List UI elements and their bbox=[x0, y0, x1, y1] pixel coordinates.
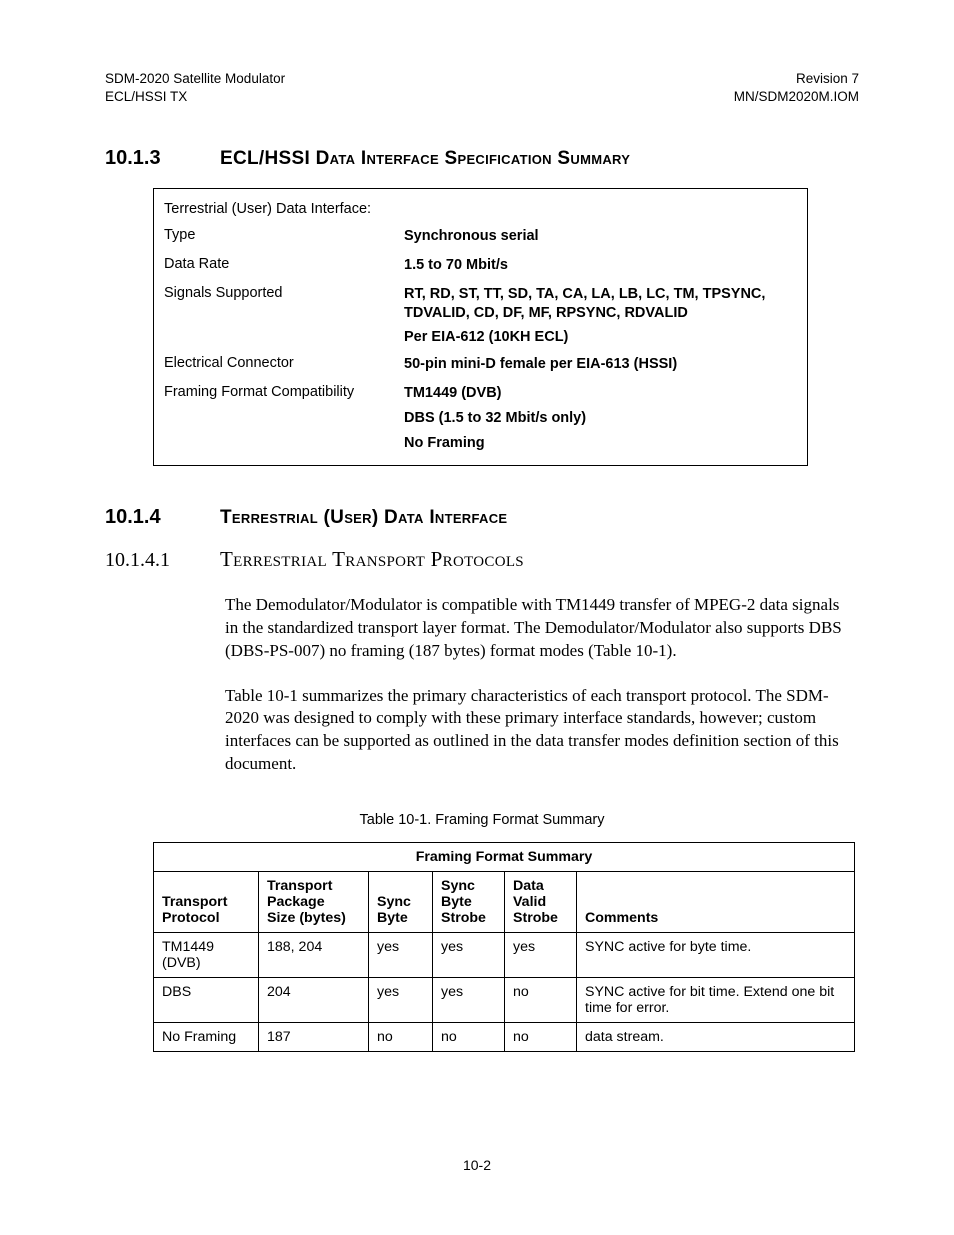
cell-dvs: no bbox=[505, 1023, 577, 1052]
th-package-size-a: Transport Package bbox=[267, 878, 360, 910]
table-title: Framing Format Summary bbox=[154, 843, 855, 872]
section-number: 10.1.4 bbox=[105, 506, 220, 529]
body-paragraph-2: Table 10-1 summarizes the primary charac… bbox=[225, 685, 845, 777]
table-row: DBS 204 yes yes no SYNC active for bit t… bbox=[154, 978, 855, 1023]
cell-size: 187 bbox=[259, 1023, 369, 1052]
spec-table: Terrestrial (User) Data Interface: Type … bbox=[153, 188, 808, 466]
th-transport-protocol: Transport Protocol bbox=[154, 872, 259, 933]
th-syncs-a: Sync Byte bbox=[441, 878, 496, 910]
cell-dvs: yes bbox=[505, 933, 577, 978]
spec-label-connector: Electrical Connector bbox=[164, 355, 404, 374]
spec-value-framing-c: No Framing bbox=[404, 434, 797, 453]
section-title: ECL/HSSI Data Interface Specification Su… bbox=[220, 148, 630, 170]
section-number: 10.1.4.1 bbox=[105, 549, 220, 572]
th-dvs-a: Data Valid bbox=[513, 878, 568, 910]
cell-dvs: no bbox=[505, 978, 577, 1023]
cell-syncb: no bbox=[369, 1023, 433, 1052]
cell-proto: DBS bbox=[154, 978, 259, 1023]
section-heading-1014: 10.1.4 Terrestrial (User) Data Interface bbox=[105, 506, 859, 529]
page-header: SDM-2020 Satellite Modulator ECL/HSSI TX… bbox=[105, 70, 859, 105]
table-row: TM1449 (DVB) 188, 204 yes yes yes SYNC a… bbox=[154, 933, 855, 978]
section-heading-10141: 10.1.4.1 Terrestrial Transport Protocols bbox=[105, 547, 859, 572]
header-right: Revision 7 MN/SDM2020M.IOM bbox=[734, 70, 859, 105]
spec-label-terrestrial: Terrestrial (User) Data Interface: bbox=[164, 201, 404, 217]
table-caption: Table 10-1. Framing Format Summary bbox=[105, 812, 859, 828]
cell-syncs: yes bbox=[433, 978, 505, 1023]
framing-format-table: Framing Format Summary Transport Protoco… bbox=[153, 842, 855, 1052]
th-comments: Comments bbox=[577, 872, 855, 933]
cell-syncb: yes bbox=[369, 978, 433, 1023]
cell-size: 204 bbox=[259, 978, 369, 1023]
th-sync-byte-strobe: Sync Byte Strobe bbox=[433, 872, 505, 933]
th-syncs-b: Strobe bbox=[441, 910, 496, 926]
section-heading-1013: 10.1.3 ECL/HSSI Data Interface Specifica… bbox=[105, 147, 859, 170]
th-package-size: Transport Package Size (bytes) bbox=[259, 872, 369, 933]
spec-value-type: Synchronous serial bbox=[404, 227, 797, 246]
spec-label-type: Type bbox=[164, 227, 404, 246]
table-row: No Framing 187 no no no data stream. bbox=[154, 1023, 855, 1052]
spec-label-framing: Framing Format Compatibility bbox=[164, 384, 404, 453]
header-left-line1: SDM-2020 Satellite Modulator bbox=[105, 70, 285, 88]
cell-comments: SYNC active for byte time. bbox=[577, 933, 855, 978]
th-data-valid-strobe: Data Valid Strobe bbox=[505, 872, 577, 933]
header-left: SDM-2020 Satellite Modulator ECL/HSSI TX bbox=[105, 70, 285, 105]
header-right-line1: Revision 7 bbox=[734, 70, 859, 88]
cell-syncb: yes bbox=[369, 933, 433, 978]
page-number: 10-2 bbox=[0, 1157, 954, 1173]
cell-size: 188, 204 bbox=[259, 933, 369, 978]
cell-proto: TM1449 (DVB) bbox=[154, 933, 259, 978]
body-paragraph-1: The Demodulator/Modulator is compatible … bbox=[225, 594, 845, 663]
spec-value-datarate: 1.5 to 70 Mbit/s bbox=[404, 256, 797, 275]
header-left-line2: ECL/HSSI TX bbox=[105, 88, 285, 106]
th-package-size-b: Size (bytes) bbox=[267, 910, 360, 926]
spec-value-signals: RT, RD, ST, TT, SD, TA, CA, LA, LB, LC, … bbox=[404, 285, 797, 323]
spec-value-framing-b: DBS (1.5 to 32 Mbit/s only) bbox=[404, 409, 797, 428]
spec-value-connector: 50-pin mini-D female per EIA-613 (HSSI) bbox=[404, 355, 797, 374]
section-title: Terrestrial (User) Data Interface bbox=[220, 507, 507, 529]
section-title: Terrestrial Transport Protocols bbox=[220, 547, 524, 572]
cell-syncs: yes bbox=[433, 933, 505, 978]
section-number: 10.1.3 bbox=[105, 147, 220, 170]
cell-syncs: no bbox=[433, 1023, 505, 1052]
th-sync-byte: Sync Byte bbox=[369, 872, 433, 933]
spec-value-signals-b: Per EIA-612 (10KH ECL) bbox=[404, 328, 797, 347]
spec-label-signals: Signals Supported bbox=[164, 285, 404, 348]
spec-value-framing-a: TM1449 (DVB) bbox=[404, 384, 797, 403]
cell-comments: data stream. bbox=[577, 1023, 855, 1052]
cell-comments: SYNC active for bit time. Extend one bit… bbox=[577, 978, 855, 1023]
spec-label-datarate: Data Rate bbox=[164, 256, 404, 275]
th-dvs-b: Strobe bbox=[513, 910, 568, 926]
header-right-line2: MN/SDM2020M.IOM bbox=[734, 88, 859, 106]
cell-proto: No Framing bbox=[154, 1023, 259, 1052]
